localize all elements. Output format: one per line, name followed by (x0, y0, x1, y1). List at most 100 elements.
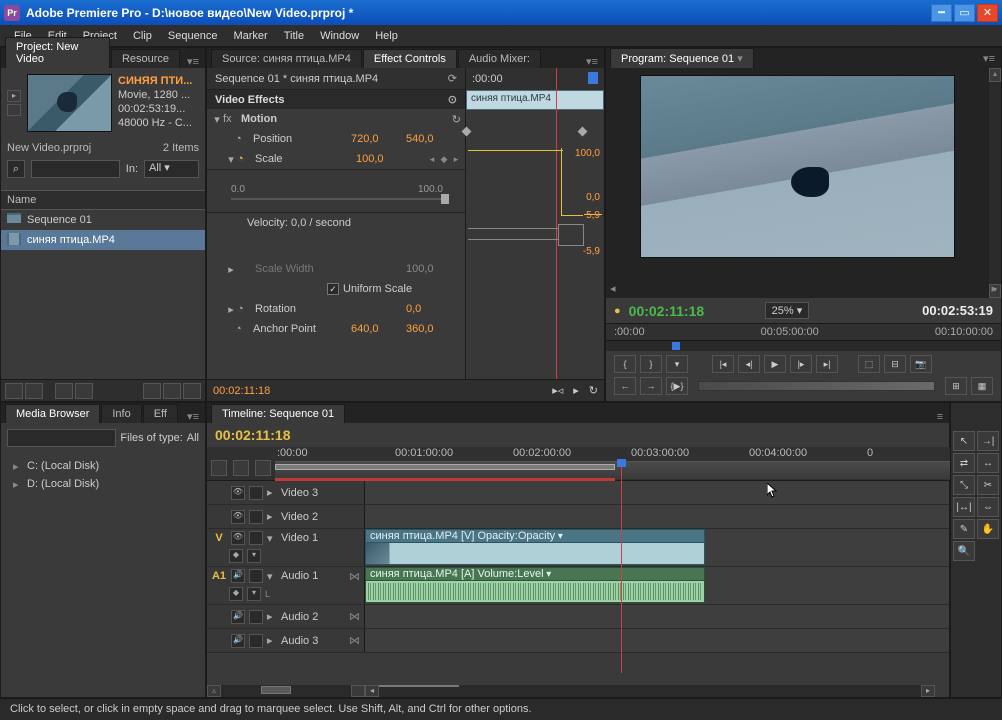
pin-icon[interactable]: ⊙ (448, 93, 457, 106)
track-select-tool[interactable]: →| (977, 431, 999, 451)
ec-loop-button[interactable]: ↻ (589, 384, 598, 397)
twisty-icon[interactable] (225, 303, 237, 316)
stopwatch-icon[interactable]: ◔ (235, 133, 249, 145)
track-menu-icon[interactable]: ▾ (247, 549, 261, 563)
play-in-out-button[interactable]: {▶} (666, 377, 688, 395)
reset-icon[interactable]: ↻ (452, 113, 461, 126)
add-keyframe-icon[interactable]: ◆ (439, 154, 449, 164)
bin-item-clip[interactable]: синяя птица.MP4 (1, 230, 205, 250)
bin-item-sequence[interactable]: Sequence 01 (1, 210, 205, 230)
stopwatch-icon[interactable]: ◔ (235, 323, 249, 335)
track-body[interactable]: синяя птица.MP4 [V] Opacity:Opacity ▾ (365, 529, 949, 566)
collapse-icon[interactable] (267, 532, 277, 545)
panel-menu-icon[interactable]: ▾≡ (181, 55, 205, 68)
new-item-button[interactable] (163, 383, 181, 399)
tab-source[interactable]: Source: синяя птица.MP4 (211, 49, 362, 68)
stopwatch-icon[interactable]: ◔ (237, 303, 251, 315)
program-playhead-marker[interactable] (672, 342, 680, 350)
ec-playhead-handle[interactable] (588, 72, 598, 84)
ripple-edit-tool[interactable]: ⇄ (953, 453, 975, 473)
menu-clip[interactable]: Clip (125, 28, 160, 44)
marker-button[interactable] (233, 460, 249, 476)
twisty-icon[interactable] (211, 113, 223, 126)
tab-audio-mixer[interactable]: Audio Mixer: (458, 49, 541, 68)
tab-resource[interactable]: Resource (111, 49, 180, 68)
export-frame-button[interactable]: 📷 (910, 355, 932, 373)
panel-menu-icon[interactable]: ≡ (931, 411, 949, 423)
collapse-icon[interactable] (267, 634, 277, 647)
maximize-button[interactable]: ▭ (954, 4, 975, 22)
slip-tool[interactable]: |↔| (953, 497, 975, 517)
scroll-right-icon[interactable]: ▸ (921, 685, 935, 697)
go-to-in-button[interactable]: |◂ (712, 355, 734, 373)
show-hide-timeline-icon[interactable]: ⟳ (448, 72, 457, 85)
tab-program[interactable]: Program: Sequence 01 ▾ (610, 48, 754, 68)
track-target-a1[interactable]: A1 (211, 570, 227, 582)
new-bin-button[interactable] (143, 383, 161, 399)
position-x-value[interactable]: 720,0 (351, 133, 406, 145)
panel-menu-icon[interactable]: ▾≡ (977, 52, 1001, 65)
scale-slider-handle[interactable] (441, 194, 449, 204)
stopwatch-icon[interactable]: ◔ (237, 153, 251, 165)
menu-title[interactable]: Title (276, 28, 312, 44)
lock-icon[interactable] (249, 569, 263, 583)
play-button[interactable]: ▶ (764, 355, 786, 373)
zoom-out-icon[interactable]: ▵ (207, 685, 221, 697)
program-video-canvas[interactable] (640, 75, 955, 258)
eye-icon[interactable]: 👁 (231, 510, 245, 524)
program-current-timecode[interactable]: 00:02:11:18 (629, 303, 705, 319)
panel-menu-icon[interactable]: ▾≡ (580, 55, 604, 68)
timeline-playhead[interactable] (621, 467, 622, 673)
zoom-tool[interactable]: 🔍 (953, 541, 975, 561)
lock-icon[interactable] (249, 486, 263, 500)
twisty-icon[interactable] (225, 153, 237, 166)
position-y-value[interactable]: 540,0 (406, 133, 461, 145)
track-options-button[interactable] (255, 460, 271, 476)
collapse-icon[interactable] (267, 570, 277, 583)
tab-effect-controls[interactable]: Effect Controls (363, 49, 457, 68)
track-body[interactable] (365, 605, 949, 628)
search-icon[interactable]: ⌕ (7, 160, 25, 178)
go-to-next-marker-button[interactable]: → (640, 377, 662, 395)
automate-button[interactable] (55, 383, 73, 399)
extract-button[interactable]: ⊟ (884, 355, 906, 373)
speaker-icon[interactable]: 🔊 (231, 569, 245, 583)
clip-thumbnail[interactable] (27, 74, 112, 132)
timeline-current-timecode[interactable]: 00:02:11:18 (215, 427, 291, 443)
collapse-icon[interactable] (267, 510, 277, 523)
track-target-v[interactable]: V (211, 532, 227, 544)
menu-sequence[interactable]: Sequence (160, 28, 226, 44)
rate-stretch-tool[interactable]: ⤡ (953, 475, 975, 495)
speaker-icon[interactable]: 🔊 (231, 610, 245, 624)
filter-value[interactable]: All (187, 432, 199, 444)
panel-menu-icon[interactable]: ▾≡ (181, 410, 205, 423)
track-body[interactable]: синяя птица.MP4 [A] Volume:Level ▾ (365, 567, 949, 604)
rotation-value[interactable]: 0,0 (406, 303, 461, 315)
program-scrollbar-v[interactable]: ▴ ▾ (989, 68, 1001, 298)
lock-icon[interactable] (249, 510, 263, 524)
lock-icon[interactable] (249, 610, 263, 624)
in-dropdown[interactable]: All ▾ (144, 160, 199, 178)
timeline-clip-audio[interactable]: синяя птица.MP4 [A] Volume:Level ▾ (365, 567, 705, 604)
search-input[interactable] (31, 160, 120, 178)
work-area-bar[interactable] (275, 464, 615, 470)
keyframe-toggle-icon[interactable]: ◆ (229, 587, 243, 601)
mark-out-button[interactable]: } (640, 355, 662, 373)
collapse-icon[interactable] (267, 486, 277, 499)
tab-media-browser[interactable]: Media Browser (5, 404, 100, 423)
selection-tool[interactable]: ↖ (953, 431, 975, 451)
keyframe-toggle-icon[interactable]: ◆ (229, 549, 243, 563)
tab-effects[interactable]: Eff (143, 404, 178, 423)
next-keyframe-icon[interactable]: ▸ (451, 154, 461, 164)
scale-value[interactable]: 100,0 (356, 153, 411, 165)
fx-toggle-icon[interactable]: fx (223, 113, 237, 125)
pen-tool[interactable]: ✎ (953, 519, 975, 539)
effect-row-motion[interactable]: fx Motion ↻ (207, 109, 465, 129)
track-menu-icon[interactable]: ▾ (247, 587, 261, 601)
bin-column-name[interactable]: Name (1, 190, 205, 210)
scroll-right-icon[interactable]: ▸ (991, 282, 997, 298)
track-body[interactable] (365, 629, 949, 652)
go-to-out-button[interactable]: ▸| (816, 355, 838, 373)
razor-tool[interactable]: ✂ (977, 475, 999, 495)
safe-margins-button[interactable]: ⊞ (945, 377, 967, 395)
